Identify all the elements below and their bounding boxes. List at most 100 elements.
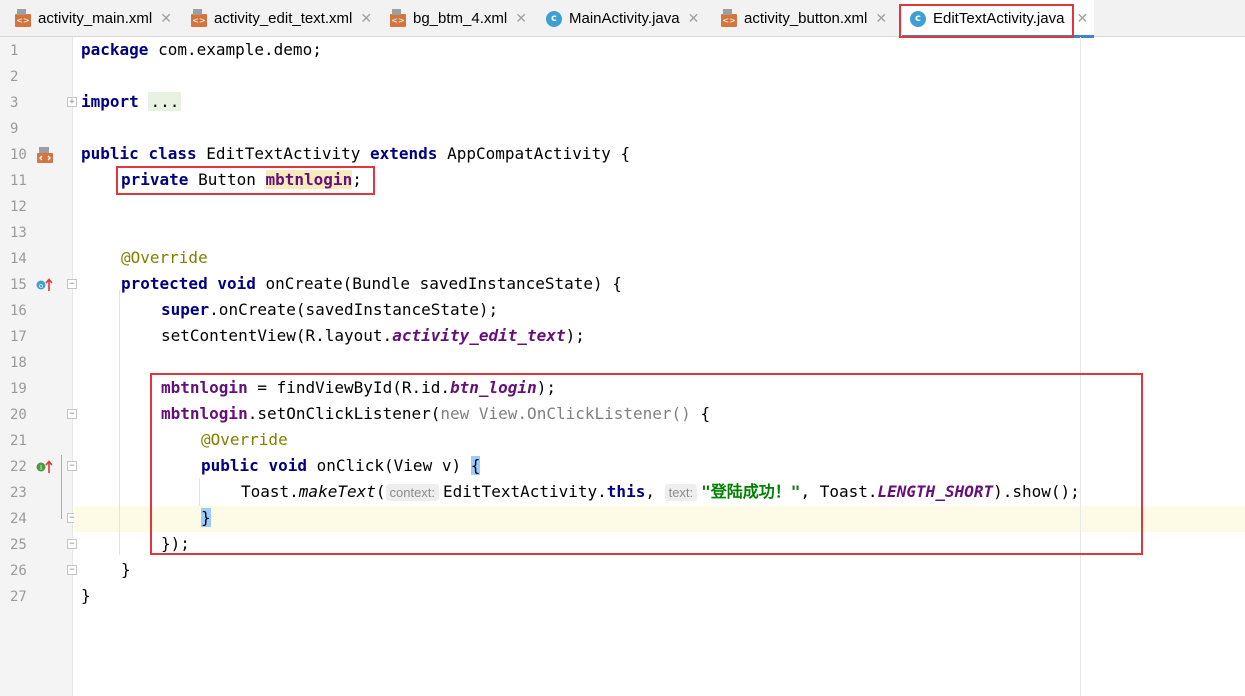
- override-method-icon[interactable]: o: [36, 277, 54, 297]
- code-line-19: mbtnlogin = findViewById(R.id.btn_login)…: [161, 375, 556, 401]
- code-text: AppCompatActivity {: [437, 144, 631, 163]
- code-text: EditTextActivity: [196, 144, 370, 163]
- keyword: import: [81, 92, 139, 111]
- code-text: onCreate(Bundle savedInstanceState) {: [255, 274, 622, 293]
- code-text: ).show();: [993, 482, 1080, 501]
- tab-mainactivity-java[interactable]: c MainActivity.java ✕: [545, 0, 699, 37]
- close-icon[interactable]: ✕: [515, 10, 527, 27]
- tab-label: activity_button.xml: [744, 10, 868, 27]
- static-field: activity_edit_text: [392, 326, 566, 345]
- keyword: class: [148, 144, 197, 163]
- code-line-22: public void onClick(View v) {: [201, 453, 481, 479]
- keyword: protected: [121, 274, 208, 293]
- line-number: 2: [10, 69, 19, 85]
- code-text: }: [81, 586, 91, 605]
- keyword: package: [81, 40, 149, 59]
- code-line-24: }: [201, 505, 211, 531]
- implement-method-icon[interactable]: I: [36, 459, 54, 479]
- line-number: 26: [10, 563, 27, 579]
- matched-brace: {: [470, 456, 481, 475]
- tab-activity-main-xml[interactable]: <> activity_main.xml ✕: [14, 0, 172, 37]
- field-name: mbtnlogin: [265, 170, 353, 189]
- tab-label: EditTextActivity.java: [933, 10, 1065, 27]
- code-text: onClick(View v): [306, 456, 471, 475]
- code-line-17: setContentView(R.layout.activity_edit_te…: [161, 323, 585, 349]
- code-text: setContentView(R.layout.: [161, 326, 393, 345]
- code-text: );: [565, 326, 585, 345]
- line-number: 9: [10, 121, 19, 137]
- code-line-14: @Override: [121, 245, 208, 271]
- line-number: 18: [10, 355, 27, 371]
- tab-activity-button-xml[interactable]: <> activity_button.xml ✕: [720, 0, 887, 37]
- line-number: 25: [10, 537, 27, 553]
- field-name: mbtnlogin: [161, 404, 248, 423]
- xml-file-icon: <>: [191, 9, 207, 27]
- method-name: makeText: [298, 482, 376, 501]
- keyword: public: [201, 456, 259, 475]
- tab-label: bg_btm_4.xml: [413, 10, 508, 27]
- code-line-27: }: [81, 583, 91, 609]
- line-number: 27: [10, 589, 27, 605]
- android-activity-icon[interactable]: [36, 146, 54, 168]
- close-icon[interactable]: ✕: [160, 10, 172, 27]
- code-line-26: }: [121, 557, 131, 583]
- code-text: , Toast.: [800, 482, 878, 501]
- annotation: @Override: [201, 430, 288, 449]
- editor-tab-bar: <> activity_main.xml ✕ <> activity_edit_…: [0, 0, 1245, 38]
- line-number: 22: [10, 459, 27, 475]
- line-number: 19: [10, 381, 27, 397]
- svg-text:I: I: [40, 464, 42, 472]
- indent-guide: [119, 290, 120, 555]
- line-number: 14: [10, 251, 27, 267]
- field-name: mbtnlogin: [161, 378, 248, 397]
- code-text: = findViewById(R.id.: [247, 378, 450, 397]
- line-number: 3: [10, 95, 19, 111]
- code-line-20: mbtnlogin.setOnClickListener(new View.On…: [161, 401, 710, 427]
- code-text: ;: [352, 170, 362, 189]
- code-line-3: import ...: [81, 89, 182, 115]
- java-class-icon: c: [545, 10, 563, 28]
- close-icon[interactable]: ✕: [360, 10, 372, 27]
- tab-activity-edit-text-xml[interactable]: <> activity_edit_text.xml ✕: [190, 0, 372, 37]
- parameter-hint: context:: [385, 484, 440, 501]
- code-text: );: [536, 378, 556, 397]
- tab-label: activity_main.xml: [38, 10, 153, 27]
- keyword: private: [121, 170, 189, 189]
- close-icon[interactable]: ✕: [688, 10, 700, 27]
- line-number: 16: [10, 303, 27, 319]
- code-text: com.example.demo;: [148, 40, 322, 59]
- code-line-11: private Button mbtnlogin;: [121, 167, 362, 193]
- code-text: Button: [188, 170, 266, 189]
- tab-edittextactivity-java[interactable]: c EditTextActivity.java ✕: [902, 0, 1094, 38]
- indent-guide: [199, 478, 200, 506]
- close-icon[interactable]: ✕: [1076, 10, 1088, 27]
- line-number: 10: [10, 147, 27, 163]
- parameter-hint: text:: [664, 484, 698, 501]
- current-line-highlight: [74, 506, 1245, 532]
- code-text: Toast.: [241, 482, 299, 501]
- code-text: EditTextActivity.: [443, 482, 607, 501]
- line-number: 1: [10, 43, 19, 59]
- code-line-23: Toast.makeText(context: EditTextActivity.…: [241, 479, 1080, 505]
- static-field: btn_login: [450, 378, 537, 397]
- code-line-10: public class EditTextActivity extends Ap…: [81, 141, 630, 167]
- code-text: });: [161, 534, 190, 553]
- annotation: @Override: [121, 248, 208, 267]
- line-number: 11: [10, 173, 27, 189]
- keyword: void: [268, 456, 307, 475]
- keyword: extends: [370, 144, 438, 163]
- code-editor[interactable]: [74, 37, 1245, 696]
- string-literal: "登陆成功！": [701, 482, 801, 501]
- tab-label: MainActivity.java: [569, 10, 680, 27]
- keyword: super: [161, 300, 210, 319]
- line-number: 12: [10, 199, 27, 215]
- code-line-1: package com.example.demo;: [81, 37, 322, 63]
- line-number: 20: [10, 407, 27, 423]
- folded-imports[interactable]: ...: [148, 92, 182, 111]
- tab-bg-btm-4-xml[interactable]: <> bg_btm_4.xml ✕: [389, 0, 527, 37]
- matched-brace: }: [201, 508, 211, 527]
- keyword: this: [606, 482, 646, 501]
- close-icon[interactable]: ✕: [875, 10, 887, 27]
- line-number: 17: [10, 329, 27, 345]
- line-number: 23: [10, 485, 27, 501]
